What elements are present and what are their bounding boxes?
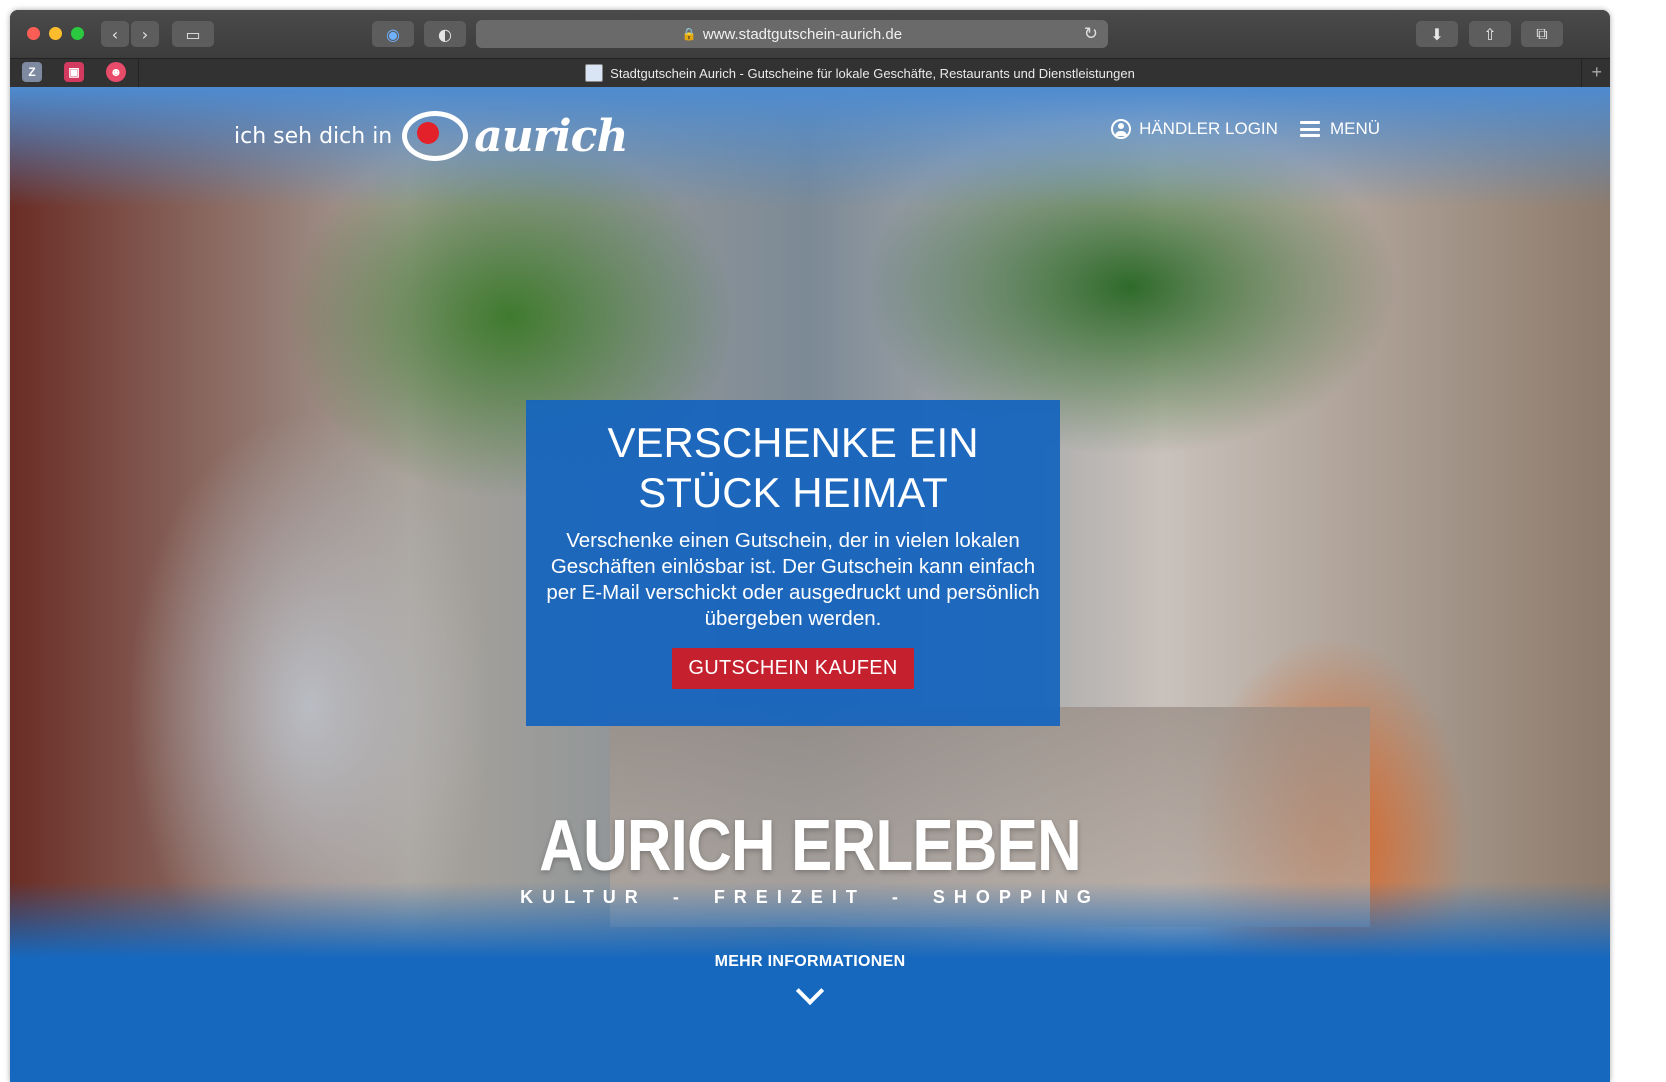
pinned-tab-2[interactable]: ▣ xyxy=(64,62,84,82)
pinned-tab-label: Z xyxy=(28,65,36,79)
back-button[interactable]: ‹ xyxy=(101,21,129,47)
menu-label: MENÜ xyxy=(1329,119,1380,138)
active-tab[interactable]: Stadtgutschein Aurich - Gutscheine für l… xyxy=(138,59,1582,87)
merchant-login-link[interactable]: HÄNDLER LOGIN xyxy=(1111,119,1278,139)
banner-separator: - xyxy=(891,887,907,907)
pinned-tab-z[interactable]: Z xyxy=(22,62,42,82)
browser-window: ‹ › ▭ ◉ ◐ 🔒 www.stadtgutschein-aurich.de… xyxy=(10,10,1610,1082)
chevron-right-icon: › xyxy=(141,24,149,44)
banner-sub-freizeit: FREIZEIT xyxy=(713,887,866,907)
banner-subtitle: KULTUR - FREIZEIT - SHOPPING xyxy=(10,887,1610,908)
tab-overview-button[interactable]: ⧉ xyxy=(1521,21,1563,47)
favicon-icon xyxy=(585,64,604,82)
forward-button[interactable]: › xyxy=(131,21,159,47)
aurich-erleben-banner: AURICH ERLEBEN KULTUR - FREIZEIT - SHOPP… xyxy=(10,809,1610,908)
hamburger-icon xyxy=(1299,121,1320,137)
new-tab-button[interactable]: + xyxy=(1591,62,1602,83)
chevron-down-icon[interactable] xyxy=(795,976,825,1006)
pinned-tab-3[interactable]: ☻ xyxy=(106,62,126,82)
smiley-icon: ☻ xyxy=(109,65,123,79)
hero-title: VERSCHENKE EIN STÜCK HEIMAT xyxy=(544,418,1042,518)
url-text: www.stadtgutschein-aurich.de xyxy=(702,25,903,43)
web-page: ich seh dich in aurich HÄNDLER LOGIN MEN… xyxy=(10,87,1610,1082)
address-bar[interactable]: 🔒 www.stadtgutschein-aurich.de ↻ xyxy=(476,20,1108,48)
logo-tagline: ich seh dich in xyxy=(234,123,393,149)
merchant-login-label: HÄNDLER LOGIN xyxy=(1139,119,1278,138)
share-button[interactable]: ⇧ xyxy=(1469,21,1511,47)
lock-icon: 🔒 xyxy=(681,27,697,41)
tab-title: Stadtgutschein Aurich - Gutscheine für l… xyxy=(610,65,1135,81)
hero-title-line1: VERSCHENKE EIN xyxy=(607,419,979,466)
chevron-left-icon: ‹ xyxy=(111,24,119,44)
download-icon: ⬇ xyxy=(1430,24,1444,44)
close-window-button[interactable] xyxy=(27,27,40,40)
banner-sub-kultur: KULTUR xyxy=(520,887,647,907)
password-manager-icon: ◉ xyxy=(386,24,400,44)
privacy-extension-button[interactable]: ◐ xyxy=(424,21,466,47)
shield-icon: ◐ xyxy=(438,24,452,44)
sidebar-toggle-button[interactable]: ▭ xyxy=(172,21,214,47)
browser-toolbar: ‹ › ▭ ◉ ◐ 🔒 www.stadtgutschein-aurich.de… xyxy=(10,10,1610,58)
buy-voucher-button[interactable]: GUTSCHEIN KAUFEN xyxy=(672,648,914,689)
hero-description: Verschenke einen Gutschein, der in viele… xyxy=(546,529,1040,630)
menu-button[interactable]: MENÜ xyxy=(1299,119,1380,139)
reload-icon[interactable]: ↻ xyxy=(1084,24,1098,44)
downloads-button[interactable]: ⬇ xyxy=(1416,21,1458,47)
zoom-window-button[interactable] xyxy=(71,27,84,40)
hero-title-line2: STÜCK HEIMAT xyxy=(638,469,948,516)
top-navigation: HÄNDLER LOGIN MENÜ xyxy=(1089,119,1380,139)
app-icon: ▣ xyxy=(68,65,80,79)
more-info-label: MEHR INFORMATIONEN xyxy=(714,953,906,970)
tab-bar: Z ▣ ☻ Stadtgutschein Aurich - Gutscheine… xyxy=(10,58,1610,87)
minimize-window-button[interactable] xyxy=(49,27,62,40)
logo-wordmark: aurich xyxy=(474,110,628,162)
share-icon: ⇧ xyxy=(1483,24,1497,44)
banner-title: AURICH ERLEBEN xyxy=(539,806,1082,886)
sidebar-icon: ▭ xyxy=(185,24,201,44)
tabs-icon: ⧉ xyxy=(1536,24,1548,43)
site-logo[interactable]: ich seh dich in aurich xyxy=(234,101,628,171)
password-extension-button[interactable]: ◉ xyxy=(372,21,414,47)
hero-teaser-box: VERSCHENKE EIN STÜCK HEIMAT Verschenke e… xyxy=(526,400,1060,726)
user-icon xyxy=(1111,119,1132,139)
more-info-link[interactable]: MEHR INFORMATIONEN xyxy=(10,953,1610,1006)
banner-sub-shopping: SHOPPING xyxy=(932,887,1100,907)
eye-logo-icon xyxy=(402,111,469,161)
banner-separator: - xyxy=(672,887,688,907)
